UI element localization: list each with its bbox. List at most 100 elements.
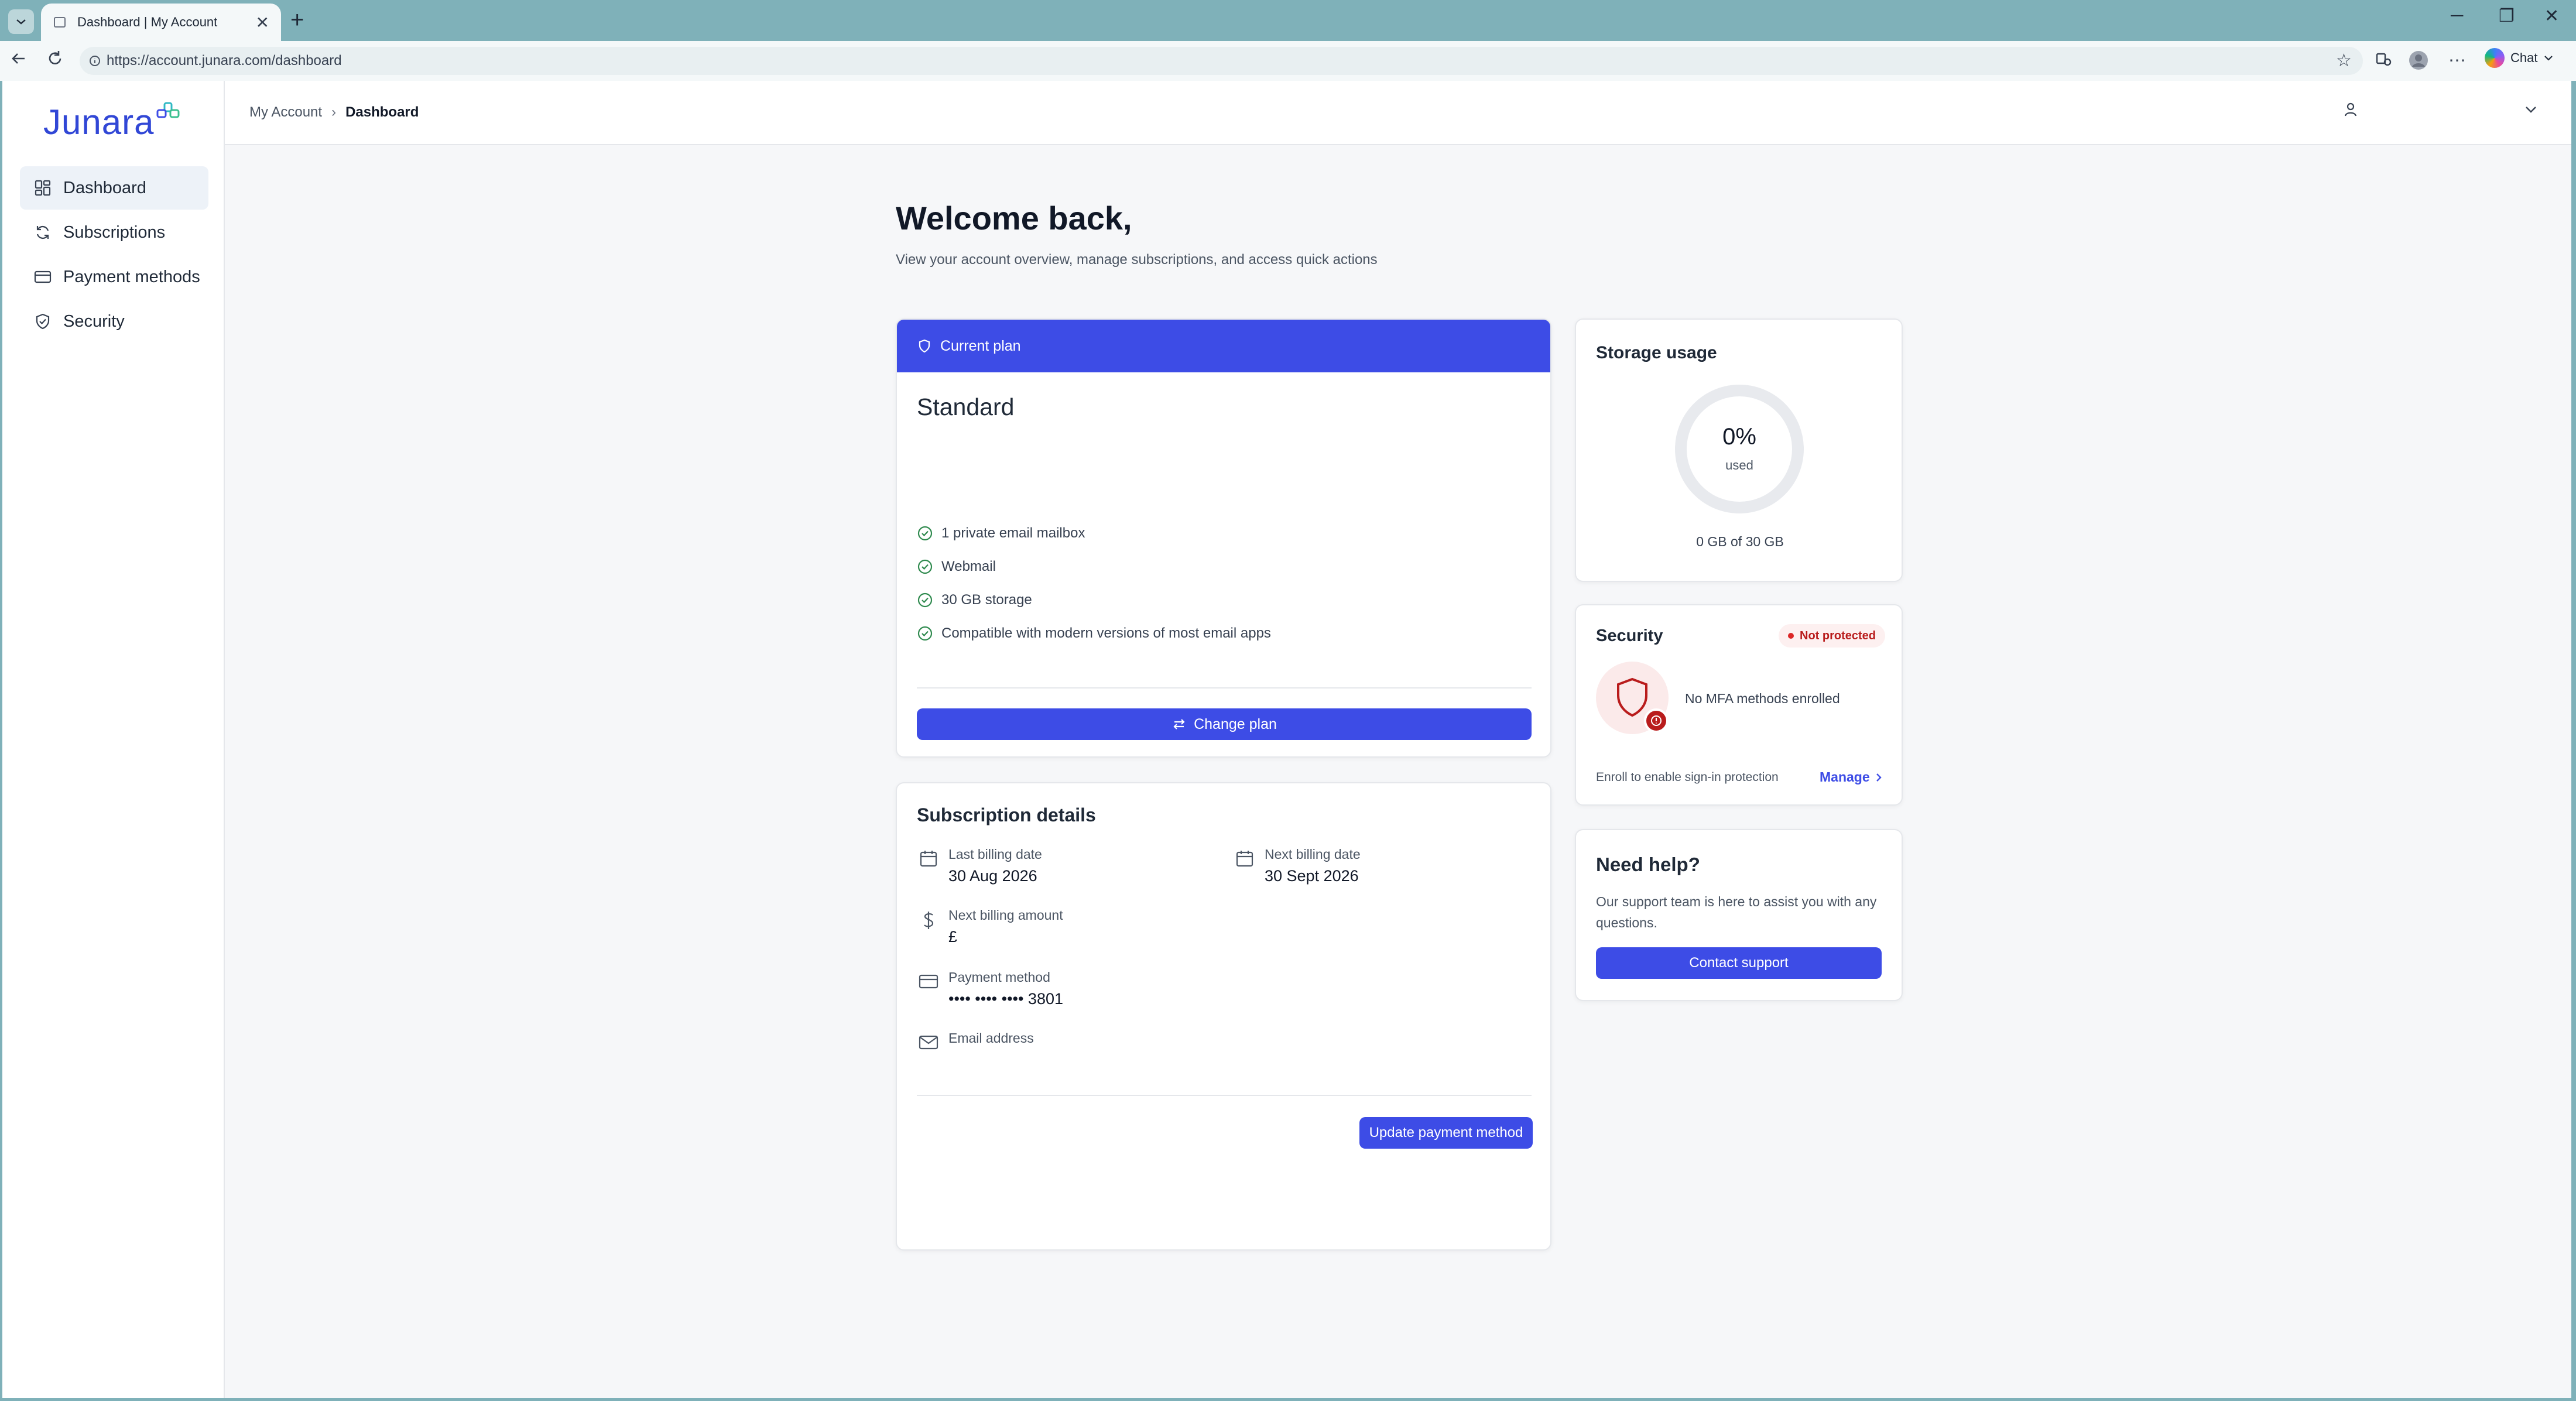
- storage-usage-card: Storage usage 0% used 0 GB of 30 GB: [1575, 318, 1903, 582]
- feature-label: 30 GB storage: [941, 591, 1032, 608]
- next-billing-date: Next billing date 30 Sept 2026: [1233, 847, 1361, 885]
- user-icon[interactable]: [2342, 101, 2359, 121]
- shield-icon: [919, 339, 930, 353]
- manage-security-link[interactable]: Manage: [1820, 769, 1883, 785]
- change-plan-label: Change plan: [1194, 715, 1277, 732]
- dollar-icon: [924, 912, 934, 929]
- sidebar-item-payment-methods[interactable]: Payment methods: [20, 255, 208, 299]
- shield-icon: [1617, 677, 1647, 717]
- contact-support-button[interactable]: Contact support: [1596, 947, 1882, 979]
- storage-percent: 0%: [1722, 424, 1756, 450]
- storage-ring: 0% used: [1673, 383, 1806, 515]
- storage-used-label: used: [1725, 458, 1753, 472]
- detail-label: Payment method: [948, 970, 1050, 985]
- calendar-icon: [1236, 851, 1253, 867]
- mail-icon: [919, 1035, 938, 1050]
- subscription-details-card: Subscription details Last billing date 3…: [896, 782, 1551, 1251]
- top-bar: My Account › Dashboard: [225, 81, 2571, 145]
- sidebar-item-label: Payment methods: [63, 267, 200, 286]
- detail-value: 30 Sept 2026: [1265, 867, 1359, 885]
- detail-label: Next billing date: [1265, 847, 1361, 862]
- copilot-icon: [2485, 48, 2505, 68]
- bookmark-star-icon[interactable]: ☆: [2336, 50, 2352, 71]
- chevron-right-icon: ›: [331, 104, 337, 120]
- site-info-icon[interactable]: [88, 54, 102, 68]
- sidebar-item-security[interactable]: Security: [20, 300, 208, 343]
- page-icon: [54, 17, 66, 28]
- new-tab-button[interactable]: +: [290, 7, 304, 33]
- detail-label: Email address: [948, 1030, 1034, 1046]
- detail-value: £: [948, 928, 958, 946]
- browser-tab[interactable]: Dashboard | My Account ✕: [41, 4, 281, 41]
- security-footer-text: Enroll to enable sign-in protection: [1596, 770, 1779, 784]
- feature-label: 1 private email mailbox: [941, 525, 1085, 541]
- credit-card-icon: [919, 974, 938, 989]
- status-dot: [1788, 633, 1794, 639]
- check-circle-icon: [917, 559, 933, 574]
- help-text: Our support team is here to assist you w…: [1596, 894, 1877, 930]
- tab-close-icon[interactable]: ✕: [256, 13, 269, 32]
- extensions-icon[interactable]: [2375, 50, 2392, 73]
- chevron-down-icon: [16, 19, 26, 25]
- account-menu-chevron-icon[interactable]: [2523, 102, 2539, 120]
- breadcrumb: My Account › Dashboard: [249, 104, 419, 121]
- sidebar-item-dashboard[interactable]: Dashboard: [20, 166, 208, 210]
- breadcrumb-my-account[interactable]: My Account: [249, 104, 322, 121]
- calendar-icon: [920, 851, 937, 867]
- status-badge: Not protected: [1779, 624, 1885, 648]
- reload-icon[interactable]: [46, 49, 64, 73]
- window-close-icon[interactable]: ✕: [2544, 6, 2559, 26]
- sidebar-nav: Dashboard Subscriptions Payment methods …: [20, 166, 208, 344]
- breadcrumb-current: Dashboard: [345, 104, 419, 120]
- sidebar-item-label: Subscriptions: [63, 222, 166, 242]
- check-circle-icon: [917, 626, 933, 640]
- tab-list-button[interactable]: [8, 9, 34, 34]
- chat-label: Chat: [2510, 50, 2538, 65]
- plan-card-header: Current plan: [897, 320, 1550, 372]
- dashboard-grid-icon: [33, 178, 53, 198]
- browser-toolbar: https://account.junara.com/dashboard ☆ ⋯…: [0, 41, 2576, 81]
- detail-label: Last billing date: [948, 847, 1042, 862]
- url-text: https://account.junara.com/dashboard: [107, 53, 342, 68]
- check-circle-icon: [917, 526, 933, 540]
- restore-icon[interactable]: ❐: [2499, 6, 2515, 26]
- sidebar-item-subscriptions[interactable]: Subscriptions: [20, 211, 208, 254]
- sidebar-item-label: Dashboard: [63, 178, 146, 197]
- tab-title: Dashboard | My Account: [77, 15, 218, 29]
- detail-value: •••• •••• •••• 3801: [948, 990, 1064, 1008]
- next-billing-amount: Next billing amount £: [917, 907, 1063, 946]
- plan-feature-list: 1 private email mailbox Webmail 30 GB st…: [917, 516, 1271, 650]
- chevron-right-icon: [1876, 773, 1882, 782]
- email-address: Email address: [917, 1030, 1034, 1051]
- profile-avatar-icon[interactable]: [2409, 50, 2428, 75]
- swap-arrows-icon: [1173, 719, 1185, 729]
- address-bar[interactable]: https://account.junara.com/dashboard: [80, 47, 2363, 75]
- update-payment-method-button[interactable]: Update payment method: [1359, 1117, 1533, 1149]
- alert-icon: [1644, 708, 1669, 733]
- minimize-icon[interactable]: ─: [2451, 6, 2463, 26]
- plan-header-label: Current plan: [940, 337, 1021, 354]
- list-item: 30 GB storage: [917, 583, 1271, 616]
- help-title: Need help?: [1596, 854, 1700, 875]
- detail-label: Next billing amount: [948, 907, 1063, 923]
- logo-mark-icon: [156, 102, 180, 118]
- junara-logo[interactable]: Junara: [43, 102, 180, 142]
- change-plan-button[interactable]: Change plan: [917, 708, 1532, 740]
- check-circle-icon: [917, 592, 933, 607]
- list-item: Webmail: [917, 550, 1271, 583]
- security-message: No MFA methods enrolled: [1685, 691, 1840, 706]
- chat-button[interactable]: Chat: [2485, 48, 2554, 68]
- feature-label: Webmail: [941, 558, 996, 574]
- divider: [917, 687, 1532, 688]
- more-options-icon[interactable]: ⋯: [2448, 50, 2466, 71]
- refresh-icon: [33, 222, 53, 242]
- feature-label: Compatible with modern versions of most …: [941, 625, 1271, 641]
- need-help-card: Need help? Our support team is here to a…: [1575, 829, 1903, 1001]
- list-item: Compatible with modern versions of most …: [917, 616, 1271, 650]
- page-viewport: Junara Dashboard Subscriptions Payment m…: [2, 81, 2571, 1398]
- back-icon[interactable]: [9, 49, 28, 73]
- subscription-title: Subscription details: [917, 804, 1096, 825]
- browser-tabstrip: Dashboard | My Account ✕ + ─ ❐ ✕: [0, 0, 2576, 41]
- security-title: Security: [1596, 626, 1663, 645]
- security-card: Security Not protected No MFA methods en…: [1575, 604, 1903, 806]
